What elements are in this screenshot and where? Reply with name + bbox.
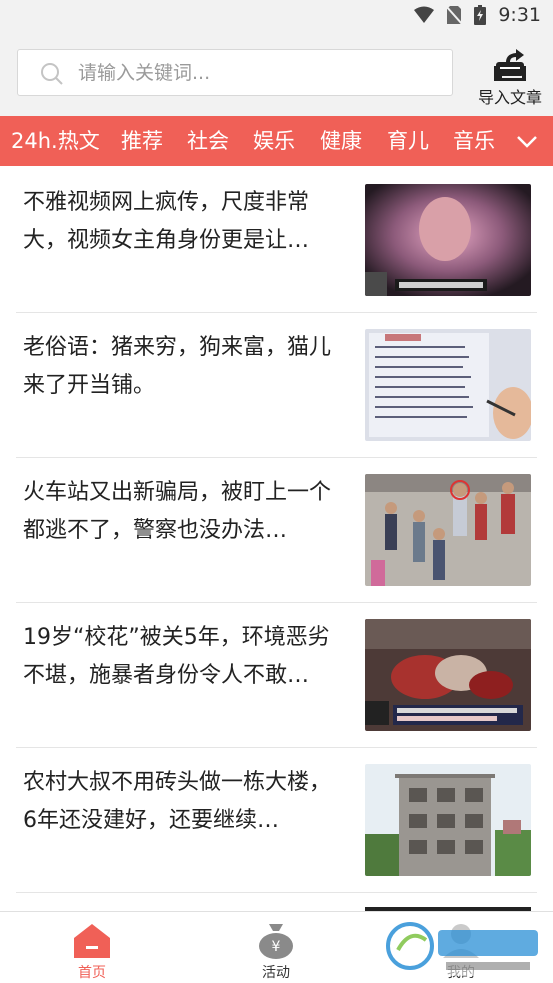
battery-icon	[474, 5, 487, 25]
divider	[16, 892, 537, 893]
article-item[interactable]: 19岁“校花”被关5年，环境恶劣不堪，施暴者身份令人不敢…	[0, 603, 553, 748]
nav-home[interactable]: 首页	[42, 912, 142, 983]
article-item[interactable]: 农村大叔不用砖头做一栋大楼，6年还没建好，还要继续…	[0, 748, 553, 893]
article-thumbnail	[365, 474, 531, 586]
search-icon	[41, 63, 63, 85]
search-header: 导入文章	[0, 30, 553, 116]
article-title: 农村大叔不用砖头做一栋大楼，6年还没建好，还要继续…	[23, 770, 332, 833]
article-title: 19岁“校花”被关5年，环境恶劣不堪，施暴者身份令人不敢…	[23, 625, 330, 688]
tab-society[interactable]: 社会	[187, 116, 229, 166]
article-title: 火车站又出新骗局，被盯上一个都逃不了，警察也没办法…	[23, 480, 332, 543]
article-item[interactable]: 不雅视频网上疯传，尺度非常大，视频女主角身份更是让…	[0, 168, 553, 313]
status-icons: 9:31	[414, 4, 541, 26]
tab-health[interactable]: 健康	[320, 116, 362, 166]
nav-label-home: 首页	[78, 965, 106, 981]
svg-text:¥: ¥	[272, 939, 281, 955]
article-item[interactable]: 老俗语：猪来穷，狗来富，猫儿来了开当铺。	[0, 313, 553, 458]
category-tabs: 24h.热文 推荐 社会 娱乐 健康 育儿 音乐	[0, 116, 553, 166]
nav-label-activity: 活动	[262, 965, 290, 981]
article-thumbnail	[365, 184, 531, 296]
tab-recommend[interactable]: 推荐	[121, 116, 163, 166]
article-title: 不雅视频网上疯传，尺度非常大，视频女主角身份更是让…	[23, 190, 310, 253]
tab-entertainment[interactable]: 娱乐	[253, 116, 295, 166]
import-label: 导入文章	[477, 88, 542, 107]
status-time: 9:31	[498, 4, 541, 26]
no-sim-icon	[446, 5, 463, 25]
article-thumbnail	[365, 619, 531, 731]
import-article-button[interactable]: 导入文章	[472, 46, 548, 110]
article-thumbnail	[365, 764, 531, 876]
status-bar: 9:31	[0, 0, 553, 30]
article-thumbnail	[365, 329, 531, 441]
money-bag-icon: ¥	[259, 924, 293, 959]
article-item[interactable]: 火车站又出新骗局，被盯上一个都逃不了，警察也没办法…	[0, 458, 553, 603]
home-icon	[74, 924, 110, 958]
wifi-icon	[414, 6, 435, 23]
search-input[interactable]	[78, 50, 438, 95]
nav-activity[interactable]: ¥ 活动	[226, 912, 326, 983]
import-icon	[494, 49, 526, 81]
tab-music[interactable]: 音乐	[453, 116, 495, 166]
article-title: 老俗语：猪来穷，狗来富，猫儿来了开当铺。	[23, 335, 332, 398]
chevron-down-icon[interactable]	[515, 129, 539, 153]
tab-parenting[interactable]: 育儿	[387, 116, 429, 166]
watermark-logo	[386, 920, 546, 976]
tab-24h-hot[interactable]: 24h.热文	[11, 116, 100, 166]
search-box[interactable]	[17, 49, 453, 96]
